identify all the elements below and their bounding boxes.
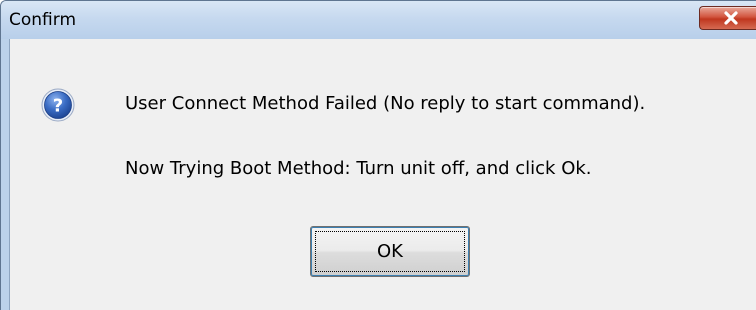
message-line-2: Now Trying Boot Method: Turn unit off, a… <box>125 158 592 179</box>
title-bar[interactable]: Confirm <box>1 1 756 39</box>
ok-button[interactable]: OK <box>310 226 470 277</box>
ok-button-label: OK <box>377 241 403 262</box>
dialog-title: Confirm <box>9 10 77 30</box>
svg-text:?: ? <box>53 96 63 117</box>
close-icon <box>724 11 738 25</box>
dialog-body: ? User Connect Method Failed (No reply t… <box>9 39 756 310</box>
question-icon: ? <box>41 88 75 122</box>
confirm-dialog: Confirm ? User Connect Method Failed (No… <box>0 0 756 310</box>
message-line-1: User Connect Method Failed (No reply to … <box>125 93 646 114</box>
close-button[interactable] <box>699 6 756 30</box>
